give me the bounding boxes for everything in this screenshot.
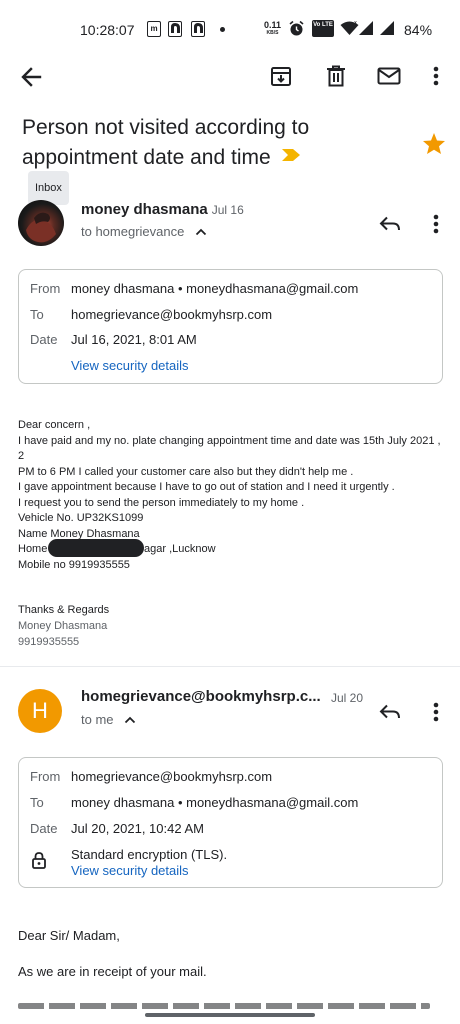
sender-name: homegrievance@bookmyhsrp.c... <box>81 688 321 705</box>
sender-avatar[interactable]: H <box>18 689 62 733</box>
recipients-toggle[interactable]: to homegrievance <box>81 223 207 241</box>
message-more-button[interactable] <box>424 696 448 728</box>
recipients-toggle[interactable]: to me <box>81 711 136 729</box>
date-label: Date <box>30 332 58 347</box>
body-line: PM to 6 PM I called your customer care a… <box>18 465 354 478</box>
signal-icon-2 <box>379 20 395 39</box>
alarm-icon <box>288 20 305 40</box>
body-line: I have paid and my no. plate changing ap… <box>18 434 441 463</box>
message2-sender-line: homegrievance@bookmyhsrp.c... <box>81 688 371 706</box>
to-label: To <box>30 795 44 810</box>
message1-contact-block: Vehicle No. UP32KS1099 Name Money Dhasma… <box>18 511 448 573</box>
body-greeting: Dear Sir/ Madam, <box>18 928 120 943</box>
mobile-line: Mobile no 9919935555 <box>18 558 130 571</box>
reply-icon <box>379 704 400 719</box>
reply-button[interactable] <box>374 696 406 728</box>
more-notifications-dot-icon <box>220 27 225 32</box>
status-time: 10:28:07 <box>80 22 135 38</box>
to-value: homegrievance@bookmyhsrp.com <box>71 307 273 322</box>
body-line: As we are in receipt of your mail. <box>18 964 207 979</box>
date-label: Date <box>30 821 58 836</box>
date-value: Jul 20, 2021, 10:42 AM <box>71 821 204 836</box>
message-details-card: From homegrievance@bookmyhsrp.com To mon… <box>18 757 443 888</box>
archive-icon <box>271 67 291 86</box>
trash-icon <box>327 65 345 87</box>
encryption-text: Standard encryption (TLS). <box>71 847 228 862</box>
signature-name: Money Dhasmana <box>18 620 108 632</box>
view-security-details-link[interactable]: View security details <box>71 863 189 878</box>
mark-unread-button[interactable] <box>373 60 405 92</box>
to-label: To <box>30 307 44 322</box>
view-security-details-link[interactable]: View security details <box>71 358 189 373</box>
message-date: Jul 16 <box>211 203 244 217</box>
more-vert-icon <box>433 214 439 234</box>
message-divider <box>0 666 460 667</box>
m-notification-icon: m <box>147 21 161 37</box>
vehicle-line: Vehicle No. UP32KS1099 <box>18 512 144 524</box>
body-line: Dear concern , <box>18 419 91 431</box>
app-notification-icon <box>168 21 182 37</box>
lock-icon <box>32 852 46 874</box>
partial-text-line <box>18 1003 430 1009</box>
back-button[interactable] <box>14 60 48 94</box>
body-line: I gave appointment because I have to go … <box>18 481 395 493</box>
battery-level: 84% <box>404 22 433 38</box>
to-line: to me <box>81 712 114 727</box>
sender-name: money dhasmana <box>81 201 208 218</box>
message-more-button[interactable] <box>424 208 448 240</box>
importance-marker-icon <box>281 141 301 171</box>
message-details-card: From money dhasmana • moneydhasmana@gmai… <box>18 269 443 384</box>
more-options-button[interactable] <box>424 60 448 92</box>
chevron-up-icon <box>124 716 136 723</box>
app-notification-icon-2 <box>191 21 205 37</box>
home-line: Home agar ,Lucknow <box>18 539 448 558</box>
archive-button[interactable] <box>265 60 297 92</box>
reply-button[interactable] <box>374 208 406 240</box>
signal-icon-1 <box>358 20 374 39</box>
from-label: From <box>30 281 61 296</box>
reply-icon <box>379 216 400 231</box>
wifi-icon: x <box>340 20 359 39</box>
home-prefix: Home <box>18 543 48 555</box>
date-value: Jul 16, 2021, 8:01 AM <box>71 332 197 347</box>
back-arrow-icon <box>21 67 42 87</box>
chevron-up-icon <box>195 228 206 235</box>
signature-phone: 9919935555 <box>18 636 80 648</box>
from-value: homegrievance@bookmyhsrp.com <box>71 769 273 784</box>
message1-body: Dear concern , I have paid and my no. pl… <box>18 418 448 511</box>
volte-icon: Vo LTE <box>312 20 334 37</box>
email-subject: Person not visited according to appointm… <box>22 113 322 207</box>
body-line: I request you to send the person immedia… <box>18 496 305 509</box>
more-vert-icon <box>433 66 439 86</box>
to-line: to homegrievance <box>81 224 185 239</box>
status-bar: 10:28:07 m 0.11 KB/S Vo LTE x 84% <box>0 0 460 56</box>
gesture-nav-handle[interactable] <box>145 1013 315 1017</box>
from-label: From <box>30 769 61 784</box>
network-speed: 0.11 KB/S <box>264 21 281 37</box>
to-value: money dhasmana • moneydhasmana@gmail.com <box>71 795 359 810</box>
redaction-block <box>48 539 144 557</box>
more-vert-icon <box>433 702 439 722</box>
mail-icon <box>377 67 401 85</box>
star-button[interactable] <box>419 128 449 158</box>
subject-title: Person not visited according to appointm… <box>22 116 310 169</box>
sender-avatar[interactable] <box>18 200 64 246</box>
from-value: money dhasmana • moneydhasmana@gmail.com <box>71 281 359 296</box>
speed-unit: KB/S <box>266 30 279 36</box>
thanks-line: Thanks & Regards <box>18 604 110 616</box>
message1-sender-line: money dhasmana Jul 16 <box>81 201 244 219</box>
delete-button[interactable] <box>320 60 352 92</box>
home-suffix: agar ,Lucknow <box>144 543 216 555</box>
svg-text:x: x <box>354 20 357 26</box>
message-date: Jul 20 <box>331 691 364 705</box>
star-icon <box>423 132 445 154</box>
